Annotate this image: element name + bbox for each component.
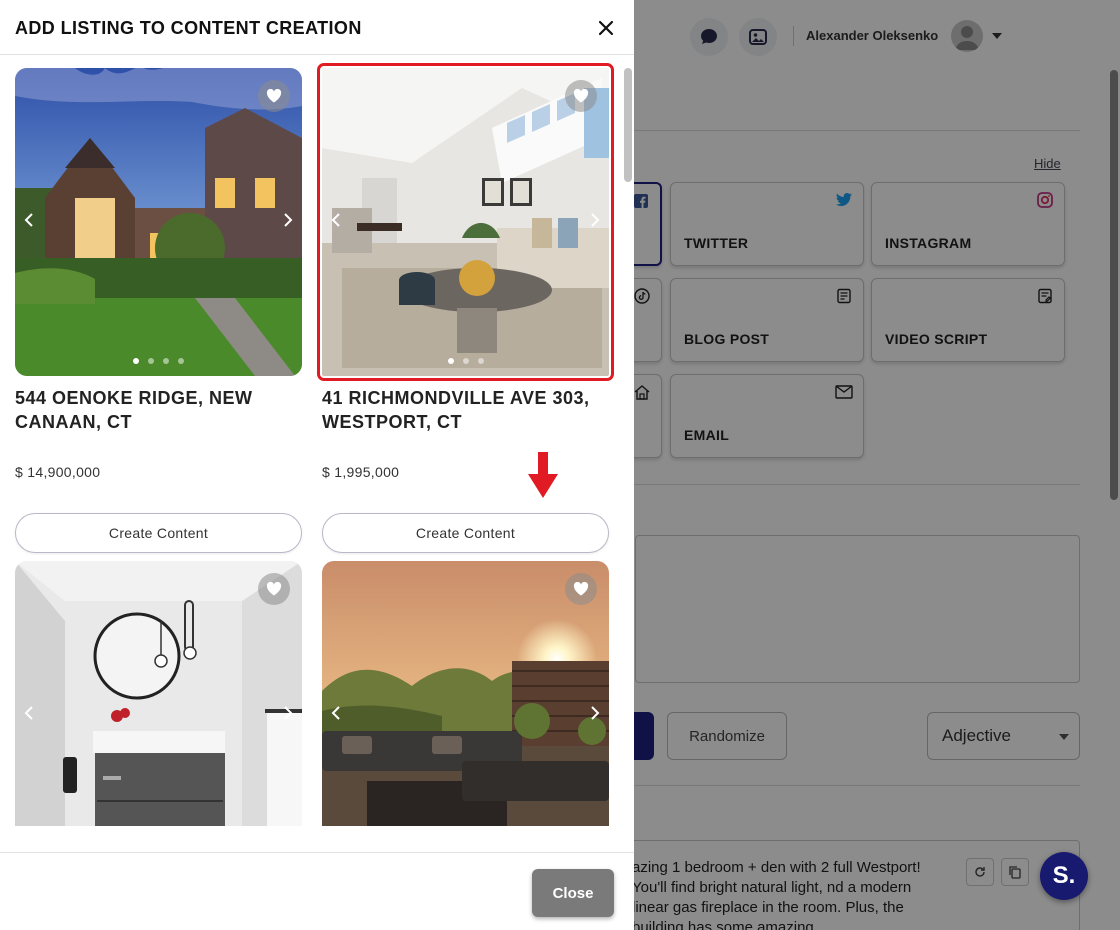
listing-price: $ 14,900,000 — [15, 464, 101, 480]
close-icon[interactable] — [594, 16, 618, 40]
listing-photo — [322, 561, 609, 826]
favorite-heart-icon[interactable] — [258, 80, 290, 112]
modal-scrollbar[interactable] — [624, 68, 632, 182]
chevron-left-icon[interactable] — [326, 208, 346, 232]
listing-title: 41 RICHMONDVILLE AVE 303, WESTPORT, CT — [322, 388, 590, 432]
annotation-arrow-down-icon — [528, 452, 558, 498]
add-listing-modal: ADD LISTING TO CONTENT CREATION 544 OENO… — [0, 0, 634, 930]
modal-header: ADD LISTING TO CONTENT CREATION — [0, 0, 634, 55]
listing-price: $ 1,995,000 — [322, 464, 400, 480]
chevron-left-icon[interactable] — [19, 701, 39, 725]
chevron-left-icon[interactable] — [19, 208, 39, 232]
close-button[interactable]: Close — [532, 869, 614, 917]
chevron-left-icon[interactable] — [326, 701, 346, 725]
listing-title: 544 OENOKE RIDGE, NEW CANAAN, CT — [15, 388, 253, 432]
favorite-heart-icon[interactable] — [565, 573, 597, 605]
modal-title: ADD LISTING TO CONTENT CREATION — [15, 18, 362, 38]
listing-photo — [15, 68, 302, 376]
carousel-dots[interactable] — [15, 358, 302, 364]
create-content-button[interactable]: Create Content — [322, 513, 609, 553]
listing-grid: 544 OENOKE RIDGE, NEW CANAAN, CT $ 14,90… — [0, 56, 634, 826]
chevron-right-icon[interactable] — [585, 208, 605, 232]
carousel-dots[interactable] — [322, 358, 609, 364]
create-content-button[interactable]: Create Content — [15, 513, 302, 553]
favorite-heart-icon[interactable] — [258, 573, 290, 605]
chevron-right-icon[interactable] — [278, 208, 298, 232]
support-chat-button[interactable]: S. — [1040, 852, 1088, 900]
favorite-heart-icon[interactable] — [565, 80, 597, 112]
chevron-right-icon[interactable] — [585, 701, 605, 725]
listing-photo — [317, 63, 614, 381]
chevron-right-icon[interactable] — [278, 701, 298, 725]
listing-photo — [15, 561, 302, 826]
